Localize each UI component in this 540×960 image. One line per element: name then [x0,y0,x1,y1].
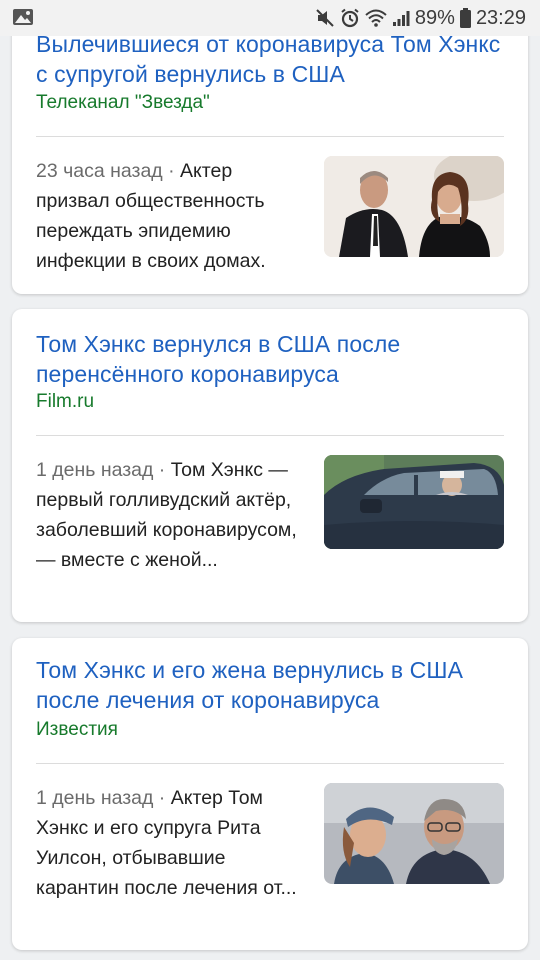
article-source: Телеканал "Звезда" [36,92,210,113]
image-icon [12,7,34,27]
article-thumbnail[interactable] [324,783,504,884]
article-title[interactable]: Том Хэнкс вернулся в США после перенсённ… [36,329,504,389]
news-card[interactable]: Том Хэнкс и его жена вернулись в США пос… [12,638,528,950]
article-source: Film.ru [36,391,95,412]
divider [36,136,504,137]
divider [36,435,504,436]
battery-icon [459,8,471,28]
article-time: 1 день назад [36,459,154,481]
status-bar: 89% 23:29 [0,0,540,36]
clock-time: 23:29 [475,6,526,29]
article-thumbnail[interactable] [324,455,504,549]
battery-percent: 89% [414,6,455,29]
article-time: 23 часа назад [36,160,163,182]
article-snippet: 23 часа назад · Актер призвал общественн… [36,160,266,272]
news-card[interactable]: Вылечившиеся от коронавируса Том Хэнкс с… [12,0,528,294]
article-title[interactable]: Том Хэнкс и его жена вернулись в США пос… [36,655,504,715]
article-snippet: 1 день назад · Том Хэнкс — первый голлив… [36,459,297,571]
article-snippet: 1 день назад · Актер Том Хэнкс и его суп… [36,787,297,899]
article-time: 1 день назад [36,787,154,809]
article-source: Известия [36,719,118,740]
alarm-icon [340,8,360,28]
divider [36,763,504,764]
mute-icon [315,8,335,28]
article-thumbnail[interactable] [324,156,504,257]
wifi-icon [365,9,387,27]
signal-icon [392,9,410,27]
news-card[interactable]: Том Хэнкс вернулся в США после перенсённ… [12,309,528,622]
article-title[interactable]: Вылечившиеся от коронавируса Том Хэнкс с… [36,29,504,89]
